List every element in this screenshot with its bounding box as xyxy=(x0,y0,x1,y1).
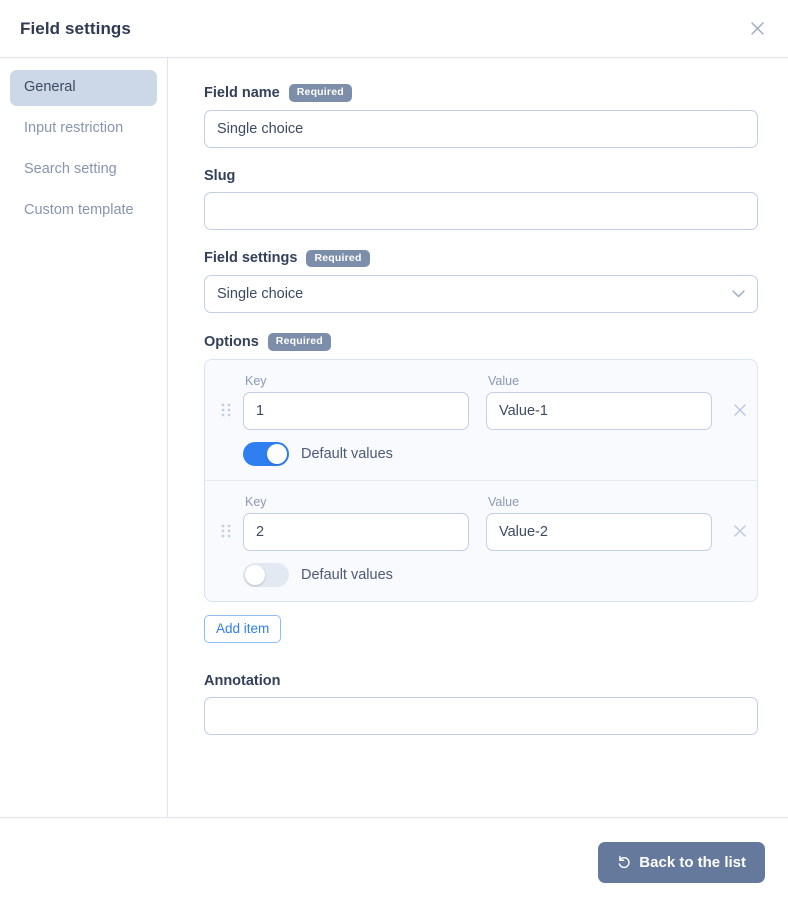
field-settings-modal: Field settings General Input restriction… xyxy=(0,0,788,908)
option-key-field: Key xyxy=(243,374,469,430)
annotation-label: Annotation xyxy=(204,672,281,689)
field-name-label-row: Field name Required xyxy=(204,84,758,102)
option-value-label: Value xyxy=(488,494,520,509)
drag-handle-icon[interactable] xyxy=(219,513,233,551)
required-badge: Required xyxy=(288,84,352,102)
field-name-input[interactable] xyxy=(204,109,758,148)
option-value-field: Value xyxy=(486,495,712,551)
option-value-input[interactable] xyxy=(486,512,712,551)
toggle-knob xyxy=(267,443,287,464)
undo-arrow-icon xyxy=(617,855,632,870)
required-badge: Required xyxy=(267,333,331,351)
slug-label: Slug xyxy=(204,167,236,184)
option-default-row: Default values xyxy=(219,441,741,466)
back-button-label: Back to the list xyxy=(639,854,746,871)
field-name-group: Field name Required xyxy=(204,84,758,148)
option-default-row: Default values xyxy=(219,562,741,587)
sidebar-item-input-restriction[interactable]: Input restriction xyxy=(10,111,157,147)
toggle-knob xyxy=(245,564,265,585)
modal-header: Field settings xyxy=(0,0,788,58)
option-row: Key Value xyxy=(205,479,757,601)
default-values-toggle[interactable] xyxy=(243,441,289,466)
default-values-label: Default values xyxy=(301,445,393,462)
option-value-field: Value xyxy=(486,374,712,430)
settings-sidebar: General Input restriction Search setting… xyxy=(0,58,168,817)
option-key-field: Key xyxy=(243,495,469,551)
drag-handle-icon[interactable] xyxy=(219,392,233,430)
option-row-fields: Key Value xyxy=(219,374,746,430)
field-settings-label-row: Field settings Required xyxy=(204,249,758,267)
option-key-input[interactable] xyxy=(243,391,469,430)
sidebar-item-search-setting[interactable]: Search setting xyxy=(10,152,157,188)
annotation-input[interactable] xyxy=(204,696,758,735)
option-value-input[interactable] xyxy=(486,391,712,430)
sidebar-item-general[interactable]: General xyxy=(10,70,157,106)
remove-option-button[interactable] xyxy=(734,521,746,541)
settings-main-panel: Field name Required Slug Field settings … xyxy=(168,58,788,817)
field-settings-select[interactable] xyxy=(204,275,758,313)
annotation-label-row: Annotation xyxy=(204,673,758,689)
field-settings-label: Field settings xyxy=(204,250,298,267)
field-settings-group: Field settings Required xyxy=(204,249,758,313)
slug-group: Slug xyxy=(204,168,758,230)
default-values-toggle[interactable] xyxy=(243,562,289,587)
required-badge: Required xyxy=(306,249,370,267)
options-label: Options xyxy=(204,333,259,350)
modal-body: General Input restriction Search setting… xyxy=(0,58,788,818)
option-key-label: Key xyxy=(245,373,267,388)
add-item-button[interactable]: Add item xyxy=(204,614,282,643)
options-panel: Key Value xyxy=(204,358,758,602)
option-key-input[interactable] xyxy=(243,512,469,551)
field-settings-select-wrap xyxy=(204,275,758,313)
slug-label-row: Slug xyxy=(204,168,758,184)
slug-input[interactable] xyxy=(204,191,758,230)
modal-footer: Back to the list xyxy=(0,818,788,907)
page-title: Field settings xyxy=(20,18,131,38)
options-group: Options Required Key 1 Value Value-1 Def… xyxy=(204,333,758,643)
annotation-group: Annotation xyxy=(204,673,758,735)
close-icon[interactable] xyxy=(744,16,770,42)
back-to-the-list-button[interactable]: Back to the list xyxy=(598,842,765,883)
option-key-label: Key xyxy=(245,494,267,509)
remove-option-button[interactable] xyxy=(734,400,746,420)
options-label-row: Options Required xyxy=(204,333,758,351)
sidebar-item-custom-template[interactable]: Custom template xyxy=(10,193,157,229)
option-value-label: Value xyxy=(488,373,520,388)
default-values-label: Default values xyxy=(301,566,393,583)
field-name-label: Field name xyxy=(204,84,280,101)
option-row-fields: Key Value xyxy=(219,495,746,551)
option-row: Key Value xyxy=(205,360,757,480)
